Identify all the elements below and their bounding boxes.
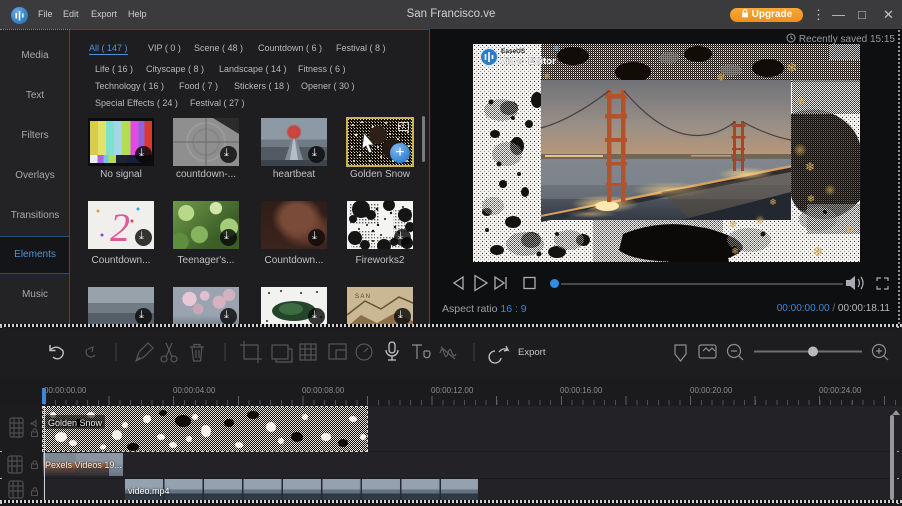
svg-text:❄: ❄: [769, 197, 777, 207]
svg-text:2: 2: [110, 205, 130, 249]
svg-text:❄: ❄: [544, 72, 551, 81]
svg-text:Export: Export: [518, 347, 546, 358]
svg-text:❄: ❄: [796, 96, 805, 108]
svg-text:❄: ❄: [805, 160, 815, 174]
svg-text:S A N: S A N: [355, 294, 370, 300]
svg-text:❄: ❄: [813, 244, 824, 259]
svg-text:❄: ❄: [845, 225, 853, 236]
svg-text:Video Editor: Video Editor: [500, 56, 556, 67]
svg-text:❄: ❄: [807, 194, 815, 205]
svg-text:❄: ❄: [787, 60, 798, 75]
svg-text:❄: ❄: [553, 44, 560, 53]
svg-text:❄: ❄: [731, 246, 739, 256]
svg-text:EaseUS: EaseUS: [501, 48, 526, 55]
svg-text:❄: ❄: [716, 72, 725, 84]
svg-text:❄: ❄: [729, 220, 737, 231]
